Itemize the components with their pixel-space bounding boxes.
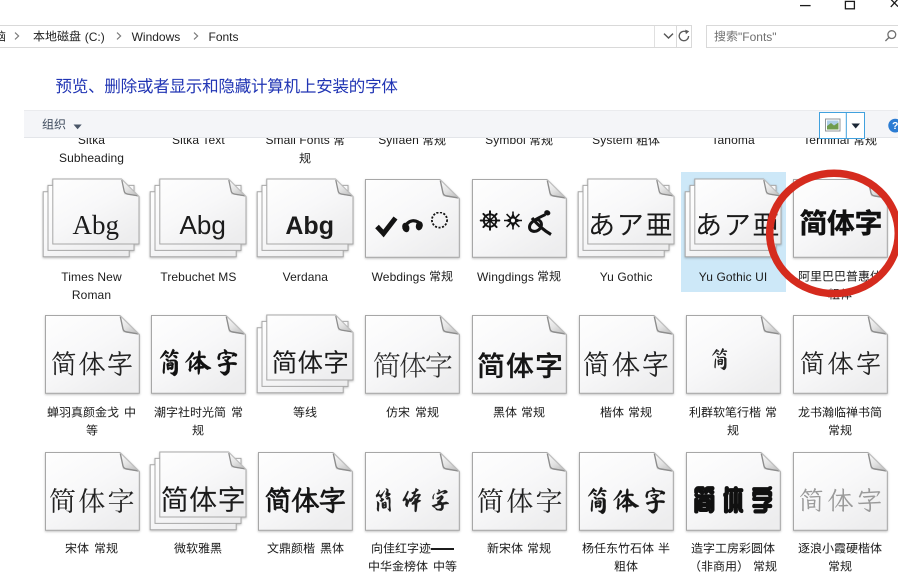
- svg-text:?: ?: [891, 120, 897, 132]
